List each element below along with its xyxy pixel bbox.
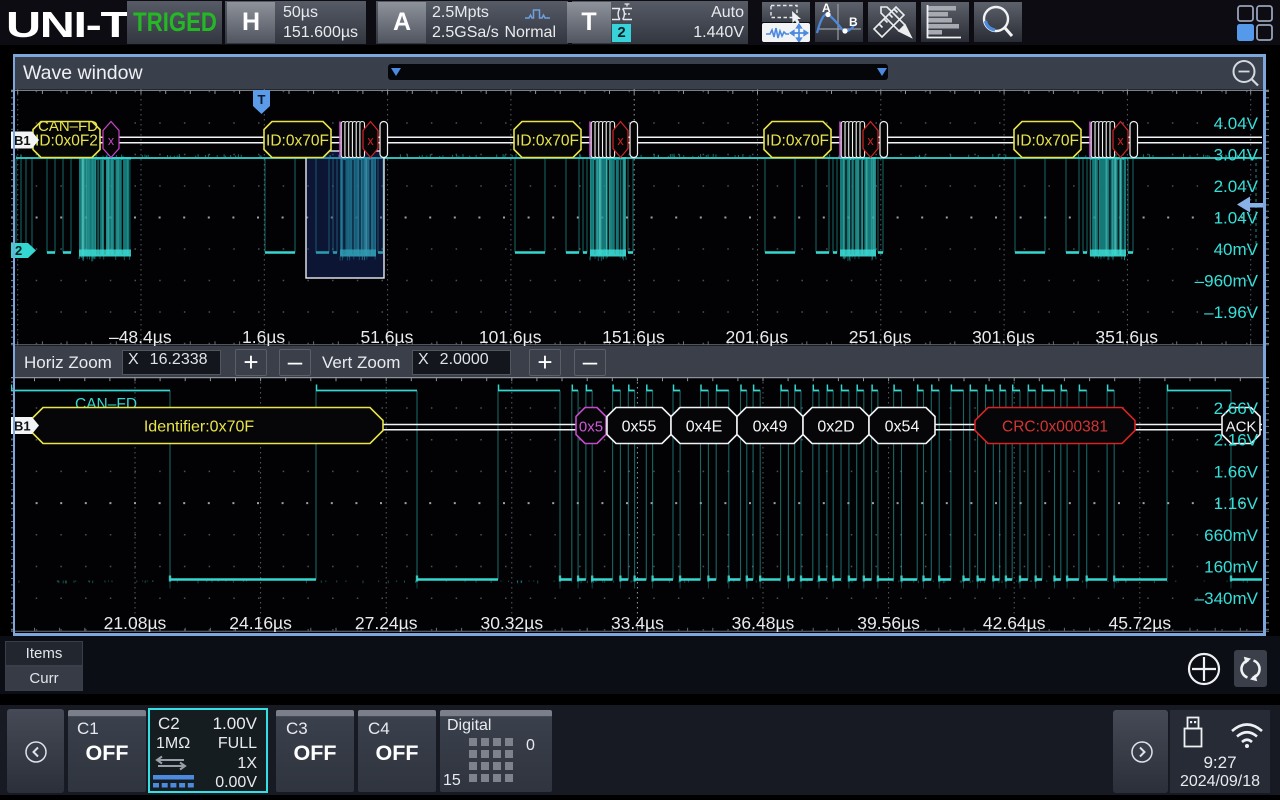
svg-text:B: B [849,15,858,29]
svg-text:A: A [822,2,831,15]
